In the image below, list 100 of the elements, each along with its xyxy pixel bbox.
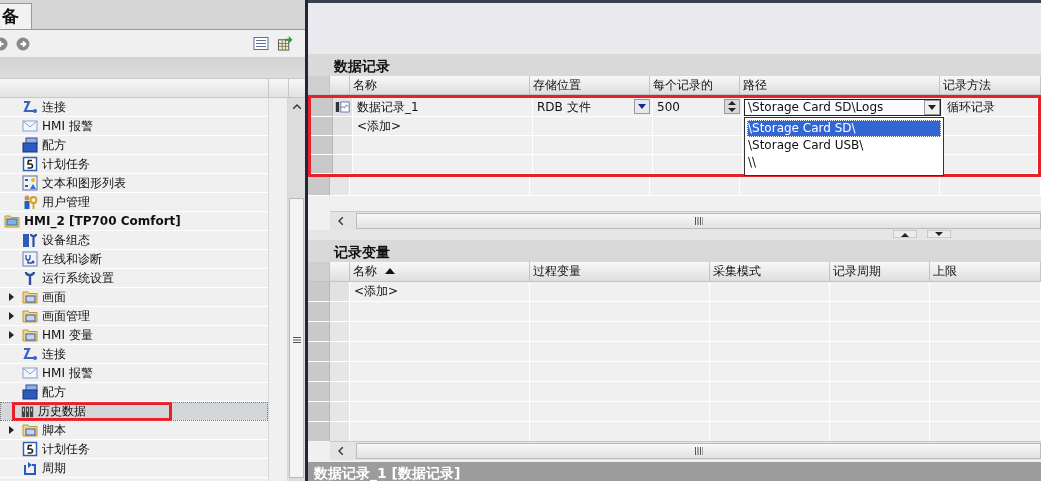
table-cell	[330, 282, 350, 303]
table-cell	[330, 382, 350, 403]
wrench-device-icon	[22, 232, 38, 248]
table-cell	[330, 362, 350, 383]
card-stack-icon	[22, 384, 38, 400]
tree-item[interactable]: 在线和诊断	[0, 250, 268, 269]
editor-tab[interactable]: 备	[0, 3, 32, 29]
row-header[interactable]	[308, 342, 330, 363]
table-cell	[330, 342, 350, 363]
expand-down-icon[interactable]	[927, 229, 951, 238]
connection-icon	[22, 99, 38, 115]
column-header[interactable]: 路径	[740, 75, 940, 94]
table-cell	[330, 322, 350, 343]
add-row-cell[interactable]: <添加>	[350, 282, 530, 303]
tree-item[interactable]: 配方	[0, 136, 268, 155]
tree-item[interactable]: 连接	[0, 345, 268, 364]
column-header[interactable]: 记录周期	[830, 261, 930, 282]
tree-item[interactable]: 计划任务	[0, 155, 268, 174]
horizontal-scrollbar[interactable]	[330, 441, 1041, 460]
tree-item[interactable]: HMI_2 [TP700 Comfort]	[0, 212, 268, 231]
table-cell	[330, 402, 350, 423]
connection-icon	[22, 346, 38, 362]
column-header[interactable]: 记录方法	[940, 75, 1041, 94]
tree-item[interactable]: 脚本	[0, 421, 268, 440]
path-dropdown[interactable]: \Storage Card SD\Logs	[744, 98, 941, 116]
expand-arrow-icon[interactable]	[8, 331, 14, 339]
section-title: 数据记录	[308, 53, 1041, 76]
tree-item[interactable]: 用户管理	[0, 193, 268, 212]
column-header[interactable]: 名称	[350, 75, 530, 94]
spinner-arrows-icon[interactable]	[724, 99, 740, 115]
tree-item[interactable]: 历史数据	[0, 402, 268, 421]
table-cell	[330, 302, 350, 323]
dropdown-option[interactable]: \\	[747, 153, 941, 171]
expand-arrow-icon[interactable]	[8, 293, 14, 301]
device-folder-icon	[4, 213, 20, 229]
column-header[interactable]: 名称	[350, 261, 530, 282]
table-cell[interactable]: 数据记录_1	[353, 97, 533, 117]
binders-icon	[21, 404, 34, 418]
stethoscope-icon	[22, 251, 38, 267]
card-stack-icon	[22, 137, 38, 153]
scrollbar-thumb[interactable]	[289, 198, 304, 478]
row-header[interactable]	[308, 362, 330, 383]
calendar-icon	[22, 156, 38, 172]
table-export-icon[interactable]	[277, 36, 293, 51]
expand-arrow-icon[interactable]	[8, 312, 14, 320]
tree-item[interactable]: 连接	[0, 98, 268, 117]
grip-icon	[694, 216, 703, 225]
tree-item[interactable]: 画面管理	[0, 307, 268, 326]
tree-item[interactable]: HMI 变量	[0, 326, 268, 345]
status-bar: 数据记录_1 [数据记录]	[308, 462, 1041, 481]
calendar-icon	[22, 441, 38, 457]
column-header[interactable]: 存储位置	[530, 75, 650, 94]
folder-icon	[22, 422, 38, 438]
scroll-left-icon[interactable]	[338, 447, 343, 456]
wrench-icon	[22, 270, 38, 286]
tree-item[interactable]: HMI 报警	[0, 364, 268, 383]
expand-arrow-icon[interactable]	[8, 426, 14, 434]
forward-icon[interactable]	[16, 36, 30, 51]
add-row-cell[interactable]: <添加>	[353, 116, 533, 136]
number-spinner[interactable]: 500	[653, 97, 743, 117]
list-view-icon[interactable]	[253, 36, 269, 51]
column-header[interactable]: 每个记录的	[650, 75, 740, 94]
folder-icon	[22, 308, 38, 324]
tree-item[interactable]: 文本和图形列表	[0, 174, 268, 193]
row-header[interactable]	[308, 402, 330, 423]
tree-item[interactable]: 周期	[0, 459, 268, 478]
tree-item[interactable]: HMI 报警	[0, 117, 268, 136]
text-list-icon	[22, 175, 38, 191]
tree-item[interactable]: 画面	[0, 288, 268, 307]
cycle-icon	[22, 460, 38, 476]
storage-dropdown[interactable]: RDB 文件	[533, 97, 653, 117]
section-title: 记录变量	[308, 239, 1041, 262]
dropdown-caret-icon[interactable]	[924, 99, 940, 115]
scrollbar-thumb[interactable]	[356, 443, 1041, 459]
vertical-scrollbar[interactable]	[288, 98, 305, 481]
row-header[interactable]	[308, 282, 330, 303]
scroll-left-icon[interactable]	[338, 216, 343, 225]
row-header[interactable]	[311, 97, 333, 117]
tree-item[interactable]: 设备组态	[0, 231, 268, 250]
dropdown-option[interactable]: \Storage Card SD\	[747, 119, 941, 137]
dropdown-option[interactable]: \Storage Card USB\	[747, 136, 941, 154]
tree-item[interactable]: 计划任务	[0, 440, 268, 459]
folder-icon	[22, 327, 38, 343]
row-header[interactable]	[308, 322, 330, 343]
column-header[interactable]: 采集模式	[710, 261, 830, 282]
highlight-frame: 历史数据	[12, 401, 172, 421]
table-cell[interactable]: 循环记录	[943, 97, 1038, 117]
user-key-icon	[22, 194, 38, 210]
dropdown-caret-icon[interactable]	[634, 99, 650, 115]
grip-icon	[694, 447, 703, 456]
row-header[interactable]	[308, 302, 330, 323]
column-header[interactable]: 过程变量	[530, 261, 710, 282]
folder-icon	[22, 289, 38, 305]
column-header[interactable]: 上限	[930, 261, 1041, 282]
scrollbar-thumb[interactable]	[356, 212, 1041, 229]
tree-item[interactable]: 运行系统设置	[0, 269, 268, 288]
collapse-up-icon[interactable]	[893, 229, 917, 238]
envelope-icon	[22, 365, 38, 381]
row-header[interactable]	[308, 382, 330, 403]
scroll-up-icon[interactable]	[292, 104, 301, 109]
